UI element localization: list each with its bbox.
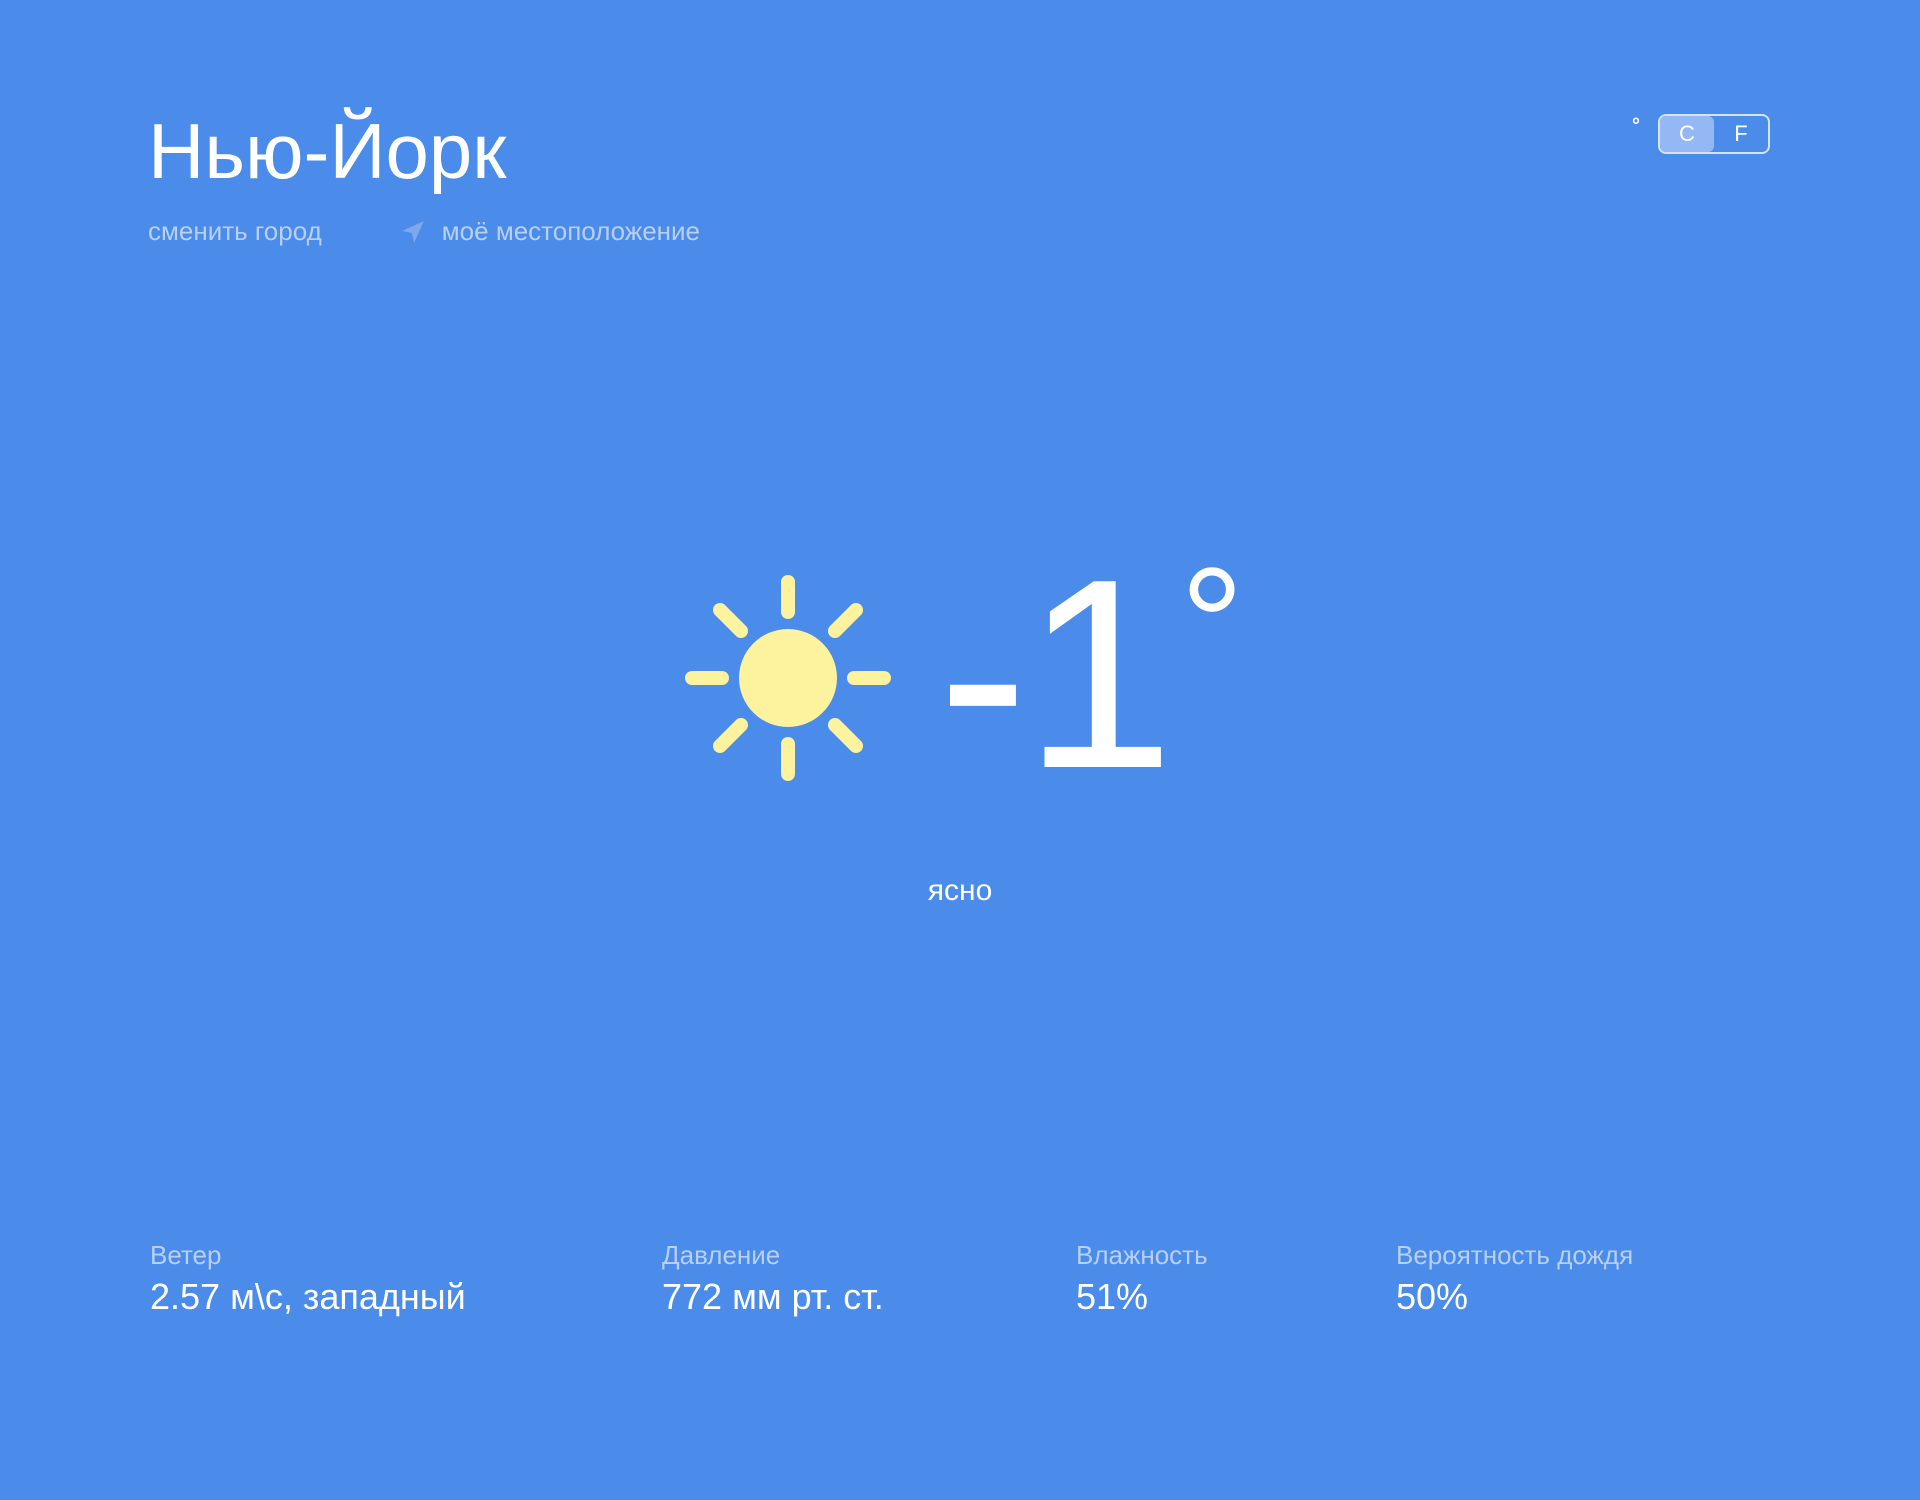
- location-arrow-icon: [400, 219, 426, 245]
- stat-wind-label: Ветер: [150, 1240, 222, 1270]
- unit-degree-symbol: °: [1632, 115, 1640, 137]
- weather-condition: ясно: [927, 874, 993, 907]
- stat-rain-value: 50%: [1396, 1276, 1469, 1318]
- stat-rain-label: Вероятность дождя: [1396, 1240, 1634, 1270]
- city-title: Нью-Йорк: [148, 107, 507, 195]
- stat-wind: Ветер 2.57 м\с, западный: [150, 1240, 466, 1318]
- stat-humidity: Влажность 51%: [1076, 1240, 1208, 1318]
- stat-humidity-value: 51%: [1076, 1276, 1149, 1318]
- unit-option-fahrenheit[interactable]: F: [1714, 116, 1768, 152]
- weather-stats: Ветер 2.57 м\с, западный Давление 772 мм…: [0, 1240, 1920, 1330]
- temperature: -1 °: [938, 540, 1244, 810]
- stat-rain: Вероятность дождя 50%: [1396, 1240, 1633, 1318]
- stat-pressure-value: 772 мм рт. ст.: [662, 1276, 884, 1318]
- stat-wind-value: 2.57 м\с, западный: [150, 1276, 466, 1318]
- stat-humidity-label: Влажность: [1076, 1240, 1208, 1270]
- temperature-degree: °: [1180, 534, 1245, 713]
- my-location-label: моё местоположение: [441, 216, 701, 246]
- change-city-link[interactable]: сменить город: [148, 216, 322, 247]
- unit-option-celsius[interactable]: C: [1660, 116, 1714, 152]
- city-actions: сменить город моё местоположение: [148, 216, 700, 247]
- change-city-label: сменить город: [148, 216, 322, 246]
- unit-toggle[interactable]: C F: [1658, 114, 1770, 154]
- temperature-value: -1: [938, 524, 1174, 825]
- sun-icon: [682, 572, 894, 784]
- my-location-link[interactable]: моё местоположение: [400, 216, 700, 247]
- stat-pressure-label: Давление: [662, 1240, 781, 1270]
- stat-pressure: Давление 772 мм рт. ст.: [662, 1240, 884, 1318]
